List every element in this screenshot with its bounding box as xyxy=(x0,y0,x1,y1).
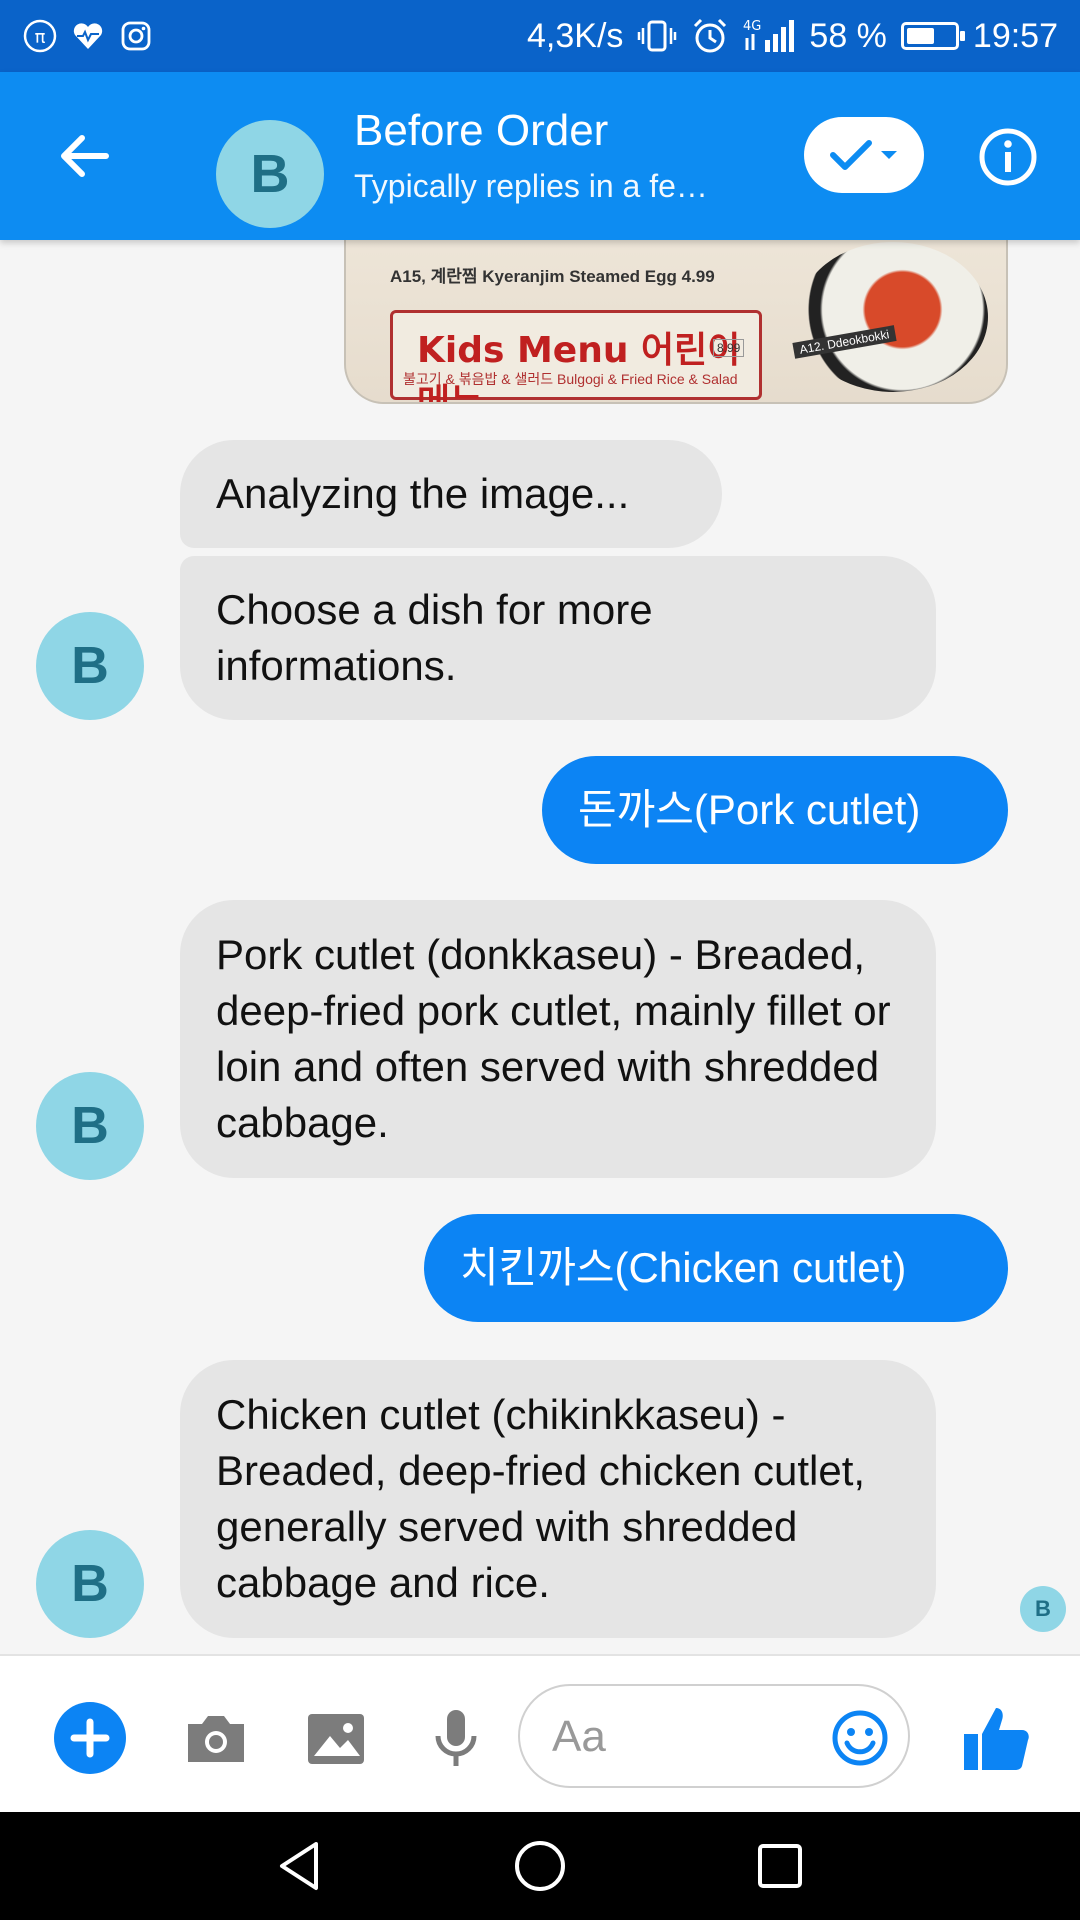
alarm-icon xyxy=(694,18,727,53)
gallery-image-icon[interactable] xyxy=(300,1702,372,1774)
instagram-icon xyxy=(121,21,151,51)
chevron-down-icon xyxy=(881,151,897,159)
response-time-subtitle: Typically replies in a fe… xyxy=(354,168,708,204)
status-right: 4,3K/s 4G 58 % 19:57 xyxy=(527,14,1058,58)
plus-icon xyxy=(70,1718,110,1758)
menu-photo-dish xyxy=(798,242,988,392)
bot-avatar[interactable]: B xyxy=(36,1530,144,1638)
status-bar: π 4,3K/s 4G 58 % 19:57 xyxy=(0,0,1080,72)
svg-text:4G: 4G xyxy=(743,19,761,34)
conversation-header: B Before Order Typically replies in a fe… xyxy=(0,72,1080,240)
bot-avatar[interactable]: B xyxy=(36,1072,144,1180)
clock: 19:57 xyxy=(972,17,1058,55)
message-input[interactable]: Aa xyxy=(518,1684,910,1788)
nav-recents-icon[interactable] xyxy=(750,1836,810,1896)
battery-percent: 58 % xyxy=(809,17,887,55)
thumbs-up-icon[interactable] xyxy=(958,1700,1034,1776)
checkmark-icon xyxy=(830,140,872,170)
4g-signal-icon: 4G xyxy=(743,19,795,52)
menu-photo-kids-box: Kids Menu 어린이메뉴 8.99 불고기 & 볶음밥 & 샐러드 Bul… xyxy=(390,310,762,402)
menu-photo-kids-title: Kids Menu 어린이메뉴 xyxy=(417,330,741,404)
pi-icon: π xyxy=(23,19,57,53)
menu-photo-kids-price: 8.99 xyxy=(713,339,745,357)
menu-photo-kids-subtitle: 불고기 & 볶음밥 & 샐러드 Bulgogi & Fried Rice & S… xyxy=(403,371,738,387)
message-bubble-bot[interactable]: Pork cutlet (donkkaseu) - Breaded, deep-… xyxy=(180,900,936,1178)
message-bubble-bot[interactable]: Chicken cutlet (chikinkkaseu) - Breaded,… xyxy=(180,1360,936,1638)
shared-menu-photo[interactable]: A15, 계란찜 Kyeranjim Steamed Egg 4.99 Kids… xyxy=(344,240,1008,404)
conversation-title[interactable]: Before Order xyxy=(354,106,608,156)
nav-home-icon[interactable] xyxy=(510,1836,570,1896)
message-list[interactable]: A15, 계란찜 Kyeranjim Steamed Egg 4.99 Kids… xyxy=(0,240,1080,1654)
seen-indicator-avatar: B xyxy=(1020,1586,1066,1632)
battery-icon xyxy=(900,22,965,50)
camera-icon[interactable] xyxy=(180,1702,252,1774)
message-input-placeholder: Aa xyxy=(552,1712,606,1761)
back-arrow-icon[interactable] xyxy=(52,124,116,188)
message-bubble-user[interactable]: 돈까스(Pork cutlet) xyxy=(542,756,1008,864)
svg-text:π: π xyxy=(35,27,46,48)
microphone-icon[interactable] xyxy=(420,1702,492,1774)
emoji-icon[interactable] xyxy=(830,1708,890,1768)
message-composer: Aa xyxy=(0,1654,1080,1812)
more-actions-button[interactable] xyxy=(54,1702,126,1774)
menu-photo-line: A15, 계란찜 Kyeranjim Steamed Egg 4.99 xyxy=(390,267,715,286)
status-left-icons: π xyxy=(22,18,154,54)
vibrate-icon xyxy=(638,20,677,52)
message-bubble-bot[interactable]: Choose a dish for more informations. xyxy=(180,556,936,720)
message-bubble-bot[interactable]: Analyzing the image... xyxy=(180,440,722,548)
bot-avatar[interactable]: B xyxy=(36,612,144,720)
page-avatar[interactable]: B xyxy=(216,120,324,228)
nav-back-icon[interactable] xyxy=(270,1836,330,1896)
message-bubble-user[interactable]: 치킨까스(Chicken cutlet) xyxy=(424,1214,1008,1322)
menu-photo-background: A15, 계란찜 Kyeranjim Steamed Egg 4.99 Kids… xyxy=(346,240,1006,402)
system-navigation-bar xyxy=(0,1812,1080,1920)
mark-done-button[interactable] xyxy=(804,117,924,193)
network-speed: 4,3K/s xyxy=(527,17,624,55)
info-icon[interactable] xyxy=(978,127,1038,187)
health-heart-icon xyxy=(73,23,103,49)
